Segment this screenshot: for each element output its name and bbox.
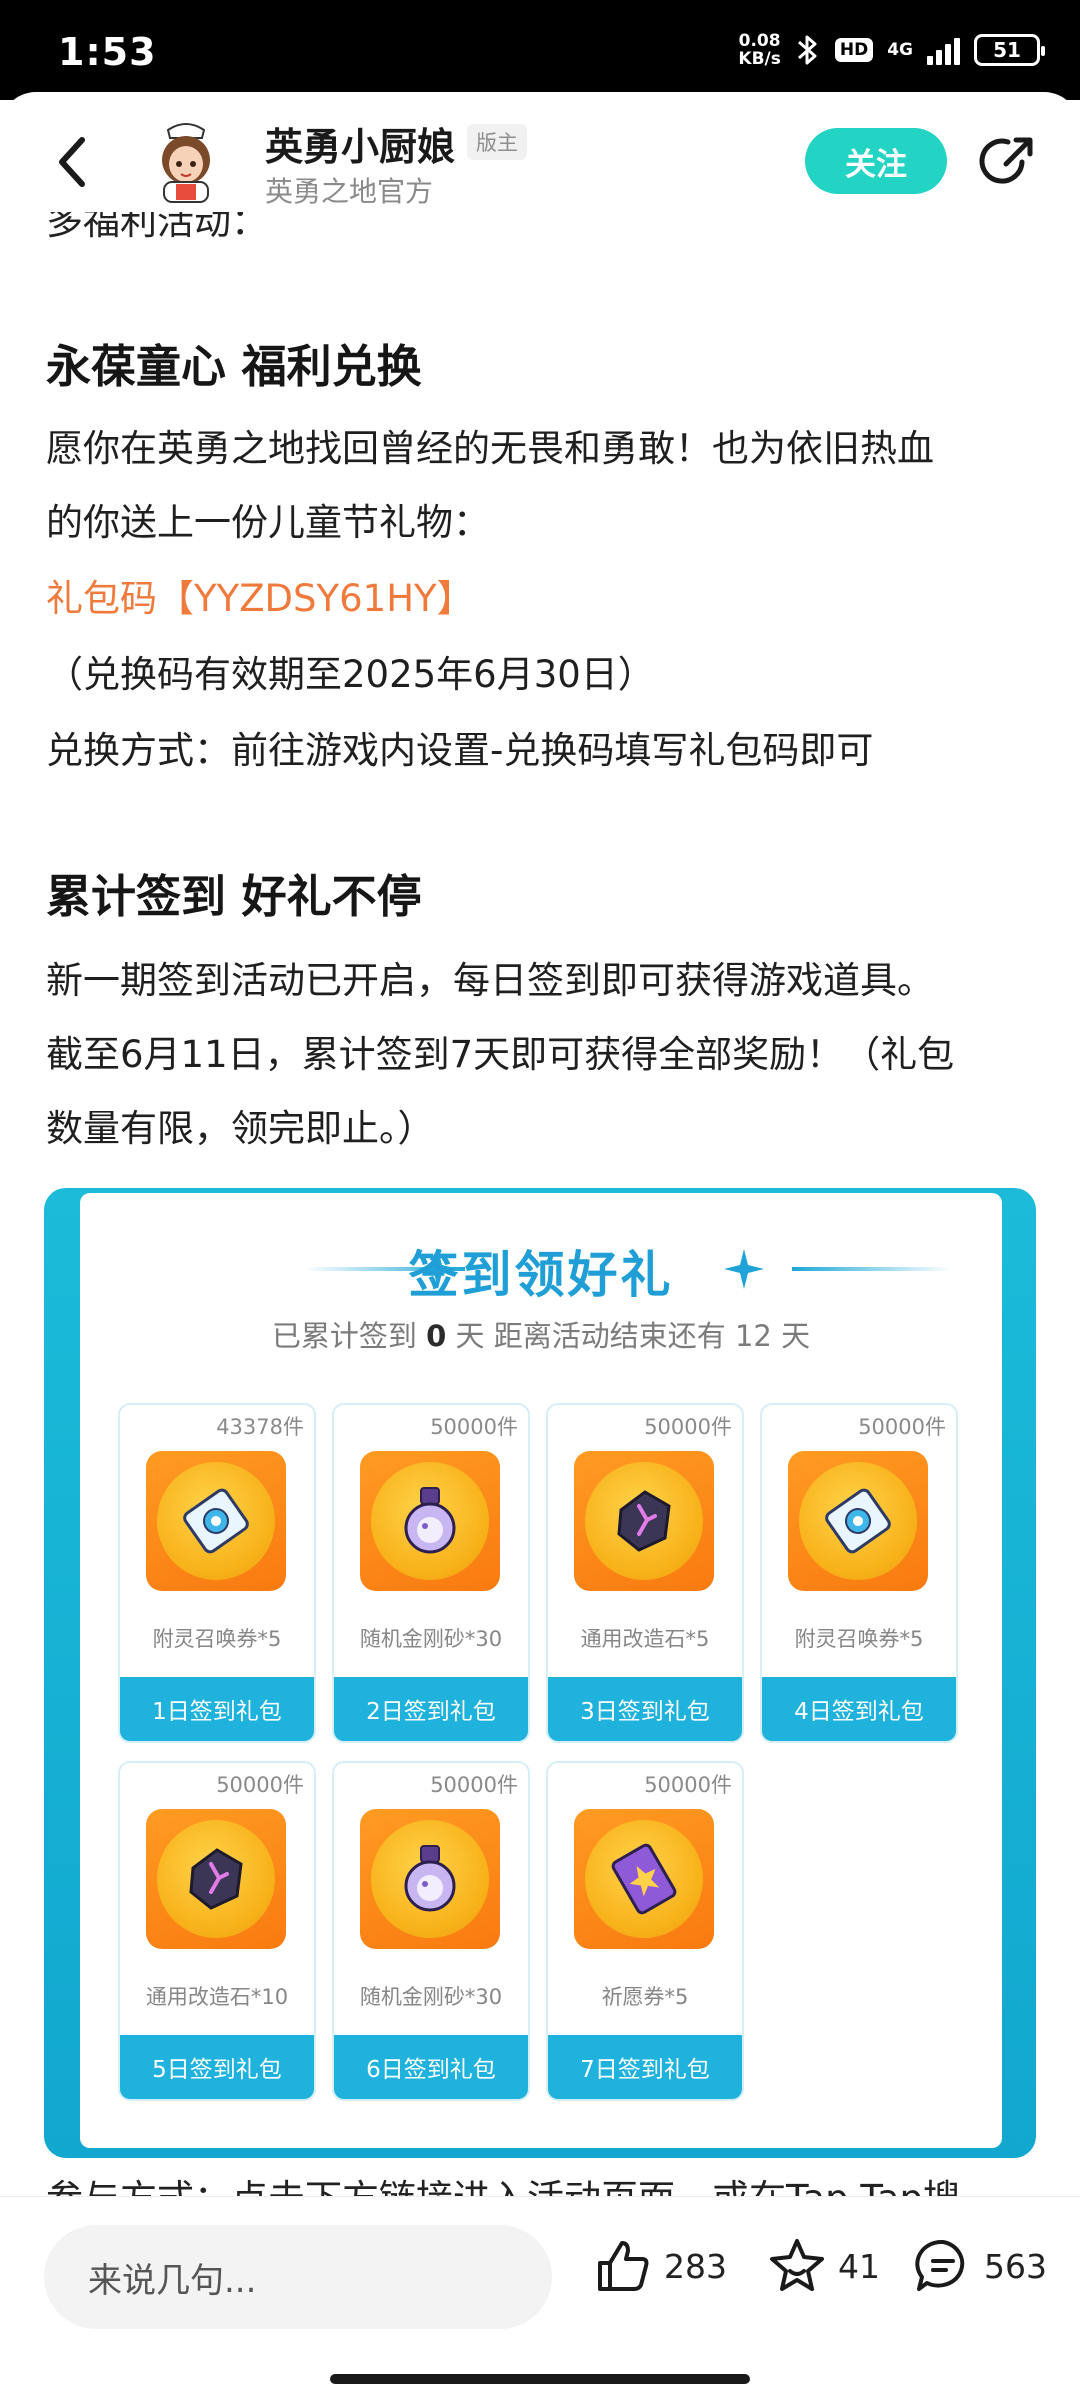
reward-tile	[146, 1451, 286, 1591]
comment-count: 563	[984, 2246, 1047, 2286]
bottom-action-bar: 来说几句... 283 41 563	[0, 2196, 1080, 2400]
reward-card: 50000件 通用改造石*5 3日签到礼包	[546, 1403, 744, 1743]
author-subtitle: 英勇之地官方	[265, 175, 434, 208]
reward-card: 50000件 祈愿券*5 7日签到礼包	[546, 1761, 744, 2101]
moderator-badge: 版主	[467, 124, 527, 160]
author-name[interactable]: 英勇小厨娘	[265, 116, 455, 171]
signin-subtitle: 已累计签到 0 天 距离活动结束还有 12 天	[80, 1313, 1002, 1355]
reward-tile	[574, 1451, 714, 1591]
reward-card: 50000件 随机金刚砂*30 6日签到礼包	[332, 1761, 530, 2101]
like-button[interactable]: 283	[592, 2235, 727, 2297]
signin-sub-mid: 天 距离活动结束还有	[455, 1319, 726, 1353]
reward-day-button[interactable]: 1日签到礼包	[120, 1677, 314, 1741]
redeem-method: 兑换方式：前往游戏内设置-兑换码填写礼包码即可	[46, 729, 874, 772]
potion-flask-icon	[404, 1845, 456, 1912]
reward-tile	[360, 1809, 500, 1949]
back-arrow-icon[interactable]	[50, 132, 94, 192]
signin-sub-prefix: 已累计签到	[271, 1319, 417, 1353]
signal-icon	[927, 35, 960, 65]
comment-input[interactable]: 来说几句...	[44, 2225, 552, 2329]
follow-button[interactable]: 关注	[805, 128, 947, 194]
paragraph-line: 愿你在英勇之地找回曾经的无畏和勇敢！也为依旧热血	[46, 427, 934, 470]
cut-off-text: 多福利活动：	[46, 212, 268, 242]
battery-level: 51	[993, 38, 1021, 62]
signin-sub-suffix: 天	[781, 1319, 811, 1353]
rune-stone-icon	[617, 1490, 671, 1552]
wish-ticket-icon	[611, 1843, 677, 1915]
comment-button[interactable]: 563	[912, 2235, 1047, 2297]
thumbs-up-icon	[598, 2241, 649, 2291]
reward-name: 通用改造石*10	[145, 1985, 289, 2009]
signed-days: 0	[426, 1319, 447, 1353]
reward-day-button[interactable]: 4日签到礼包	[762, 1677, 956, 1741]
reward-card: 50000件 附灵召唤券*5 4日签到礼包	[760, 1403, 958, 1743]
paragraph-line: 数量有限，领完即止。）	[46, 1107, 435, 1150]
star-icon	[770, 2239, 824, 2291]
reward-card: 50000件 随机金刚砂*30 2日签到礼包	[332, 1403, 530, 1743]
hd-badge: HD	[834, 38, 874, 62]
signin-panel: 签到领好礼 已累计签到 0 天 距离活动结束还有 12 天 43378件 附灵召…	[80, 1193, 1002, 2148]
reward-quantity: 50000件	[430, 1773, 518, 1797]
section-title-signin: 累计签到 好礼不停	[46, 870, 422, 923]
cut-off-text: 参与方式：点击下方链接进入活动页面，或在Tap Tap搜	[46, 2168, 1041, 2198]
section-title-welfare: 永葆童心 福利兑换	[46, 340, 422, 393]
reward-name: 通用改造石*5	[580, 1627, 710, 1651]
reward-name: 随机金刚砂*30	[359, 1985, 503, 2009]
reward-quantity: 50000件	[216, 1773, 304, 1797]
signin-title: 签到领好礼	[408, 1246, 674, 1304]
gift-code[interactable]: 礼包码【YYZDSY61HY】	[46, 562, 1041, 636]
share-icon[interactable]	[978, 132, 1038, 192]
reward-day-button[interactable]: 2日签到礼包	[334, 1677, 528, 1741]
summon-ticket-icon	[825, 1488, 891, 1554]
net-speed: 0.08 KB/s	[738, 32, 780, 68]
status-bar: 1:53 0.08 KB/s HD 4G 51	[0, 0, 1080, 100]
reward-quantity: 50000件	[644, 1415, 732, 1439]
rune-stone-icon	[189, 1848, 243, 1910]
reward-quantity: 50000件	[858, 1415, 946, 1439]
reward-tile	[146, 1809, 286, 1949]
reward-card: 43378件 附灵召唤券*5 1日签到礼包	[118, 1403, 316, 1743]
paragraph-line: 截至6月11日，累计签到7天即可获得全部奖励！（礼包	[46, 1033, 955, 1076]
status-time: 1:53	[58, 30, 157, 74]
network-type: 4G	[887, 40, 913, 60]
home-indicator[interactable]	[330, 2374, 750, 2384]
bluetooth-icon	[797, 35, 817, 65]
reward-tile	[360, 1451, 500, 1591]
reward-tile	[574, 1809, 714, 1949]
avatar[interactable]	[150, 120, 222, 204]
reward-name: 附灵召唤券*5	[152, 1627, 282, 1651]
reward-tile	[788, 1451, 928, 1591]
summon-ticket-icon	[183, 1488, 249, 1554]
paragraph-line: 新一期签到活动已开启，每日签到即可获得游戏道具。	[46, 959, 934, 1002]
net-speed-unit: KB/s	[738, 49, 781, 69]
reward-card: 50000件 通用改造石*10 5日签到礼包	[118, 1761, 316, 2101]
comment-bubble-icon	[915, 2239, 965, 2291]
reward-day-button[interactable]: 3日签到礼包	[548, 1677, 742, 1741]
net-speed-value: 0.08	[738, 31, 781, 51]
like-count: 283	[664, 2246, 727, 2286]
battery-icon: 51	[974, 34, 1045, 66]
reward-day-button[interactable]: 7日签到礼包	[548, 2035, 742, 2099]
reward-quantity: 50000件	[644, 1773, 732, 1797]
potion-flask-icon	[404, 1487, 456, 1554]
paragraph-line: 的你送上一份儿童节礼物：	[46, 501, 490, 544]
post-header: 英勇小厨娘 版主 英勇之地官方 关注	[0, 92, 1080, 230]
reward-quantity: 50000件	[430, 1415, 518, 1439]
reward-quantity: 43378件	[216, 1415, 304, 1439]
code-validity: （兑换码有效期至2025年6月30日）	[46, 653, 655, 696]
reward-day-button[interactable]: 6日签到礼包	[334, 2035, 528, 2099]
reward-name: 随机金刚砂*30	[359, 1627, 503, 1651]
reward-name: 祈愿券*5	[601, 1985, 689, 2009]
remaining-days: 12	[734, 1319, 772, 1353]
signin-event-image[interactable]: 签到领好礼 已累计签到 0 天 距离活动结束还有 12 天 43378件 附灵召…	[44, 1188, 1036, 2158]
reward-name: 附灵召唤券*5	[794, 1627, 924, 1651]
favorite-count: 41	[838, 2246, 880, 2286]
favorite-button[interactable]: 41	[766, 2235, 880, 2297]
reward-day-button[interactable]: 5日签到礼包	[120, 2035, 314, 2099]
status-icons: 0.08 KB/s HD 4G 51	[738, 28, 1045, 72]
